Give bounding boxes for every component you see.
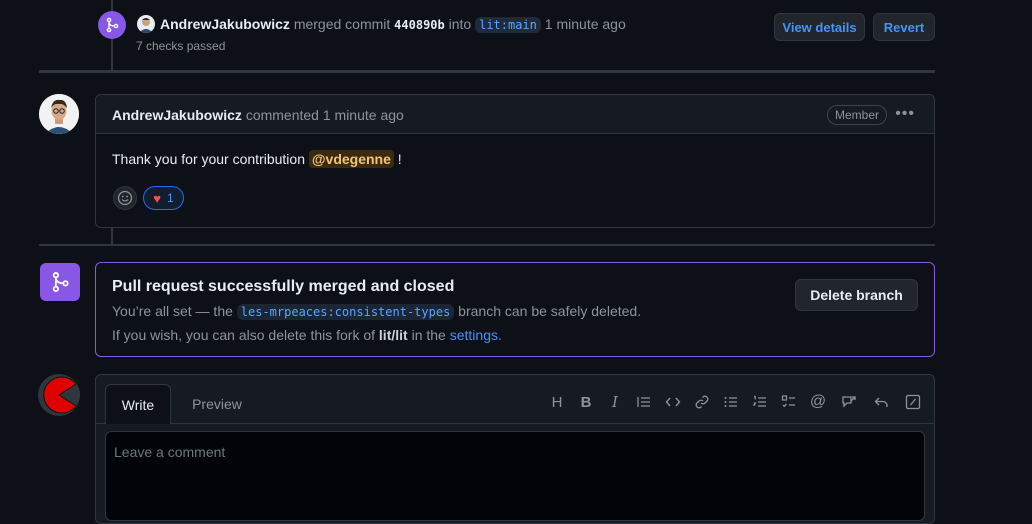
ordered-list-icon[interactable]	[751, 393, 769, 411]
avatar[interactable]	[38, 374, 80, 416]
merged-line-1: You’re all set — the les-mrpeaces:consis…	[112, 303, 642, 320]
heart-reaction-button[interactable]: ♥ 1	[143, 186, 184, 210]
pacman-avatar-icon	[43, 376, 77, 414]
checks-status[interactable]: 7 checks passed	[136, 39, 225, 53]
target-branch[interactable]: lit:main	[475, 17, 541, 33]
unordered-list-icon[interactable]	[722, 393, 740, 411]
mention-icon[interactable]: @	[809, 393, 827, 411]
timestamp[interactable]: 1 minute ago	[545, 16, 626, 32]
heart-icon: ♥	[153, 190, 162, 206]
merge-event-text: AndrewJakubowicz merged commit 440890b i…	[160, 16, 626, 33]
comment-card: AndrewJakubowicz commented 1 minute ago …	[95, 94, 935, 228]
tab-write[interactable]: Write	[105, 384, 171, 424]
textarea-placeholder: Leave a comment	[114, 444, 226, 460]
link-icon[interactable]	[693, 393, 711, 411]
comment-action: commented	[245, 107, 319, 123]
delete-branch-button[interactable]: Delete branch	[795, 279, 918, 311]
divider	[39, 244, 935, 246]
commit-sha[interactable]: 440890b	[394, 18, 445, 32]
settings-link[interactable]: settings	[450, 327, 498, 343]
slash-commands-icon[interactable]	[904, 393, 922, 411]
comment-timestamp[interactable]: 1 minute ago	[323, 107, 404, 123]
smiley-icon	[117, 190, 133, 206]
into-text: into	[448, 16, 472, 32]
cross-reference-icon[interactable]	[840, 393, 858, 411]
tab-preview[interactable]: Preview	[184, 384, 250, 424]
view-details-button[interactable]: View details	[774, 13, 865, 41]
git-merge-icon	[52, 272, 69, 292]
comment-body: Thank you for your contribution @vdegenn…	[112, 150, 402, 168]
merged-status-icon	[40, 263, 80, 301]
quote-icon[interactable]	[635, 393, 653, 411]
reaction-count: 1	[167, 191, 174, 205]
revert-button[interactable]: Revert	[873, 13, 935, 41]
code-icon[interactable]	[664, 393, 682, 411]
head-branch[interactable]: les-mrpeaces:consistent-types	[236, 304, 455, 320]
member-badge: Member	[826, 105, 887, 125]
italic-icon[interactable]: I	[606, 393, 624, 411]
bold-icon[interactable]: B	[577, 393, 595, 411]
action-text: merged commit	[293, 16, 391, 32]
reply-icon[interactable]	[872, 393, 890, 411]
merged-status-card: Pull request successfully merged and clo…	[95, 262, 935, 357]
comment-author[interactable]: AndrewJakubowicz	[112, 107, 242, 123]
divider	[39, 70, 935, 73]
merged-line-2: If you wish, you can also delete this fo…	[112, 327, 502, 343]
git-merge-icon	[106, 17, 119, 33]
repo-name: lit/lit	[378, 327, 408, 343]
avatar[interactable]	[137, 15, 155, 33]
merged-title: Pull request successfully merged and clo…	[112, 278, 455, 295]
user-link[interactable]: AndrewJakubowicz	[160, 16, 290, 32]
comment-textarea[interactable]: Leave a comment	[105, 431, 925, 521]
task-list-icon[interactable]	[780, 393, 798, 411]
mention-link[interactable]: @vdegenne	[308, 150, 394, 168]
add-reaction-button[interactable]	[113, 186, 137, 210]
more-options-icon[interactable]: •••	[895, 105, 915, 123]
heading-icon[interactable]: H	[548, 393, 566, 411]
avatar[interactable]	[39, 94, 79, 134]
comment-header: AndrewJakubowicz commented 1 minute ago …	[96, 95, 934, 134]
timeline-line	[111, 227, 113, 245]
merge-event-icon	[98, 11, 126, 39]
